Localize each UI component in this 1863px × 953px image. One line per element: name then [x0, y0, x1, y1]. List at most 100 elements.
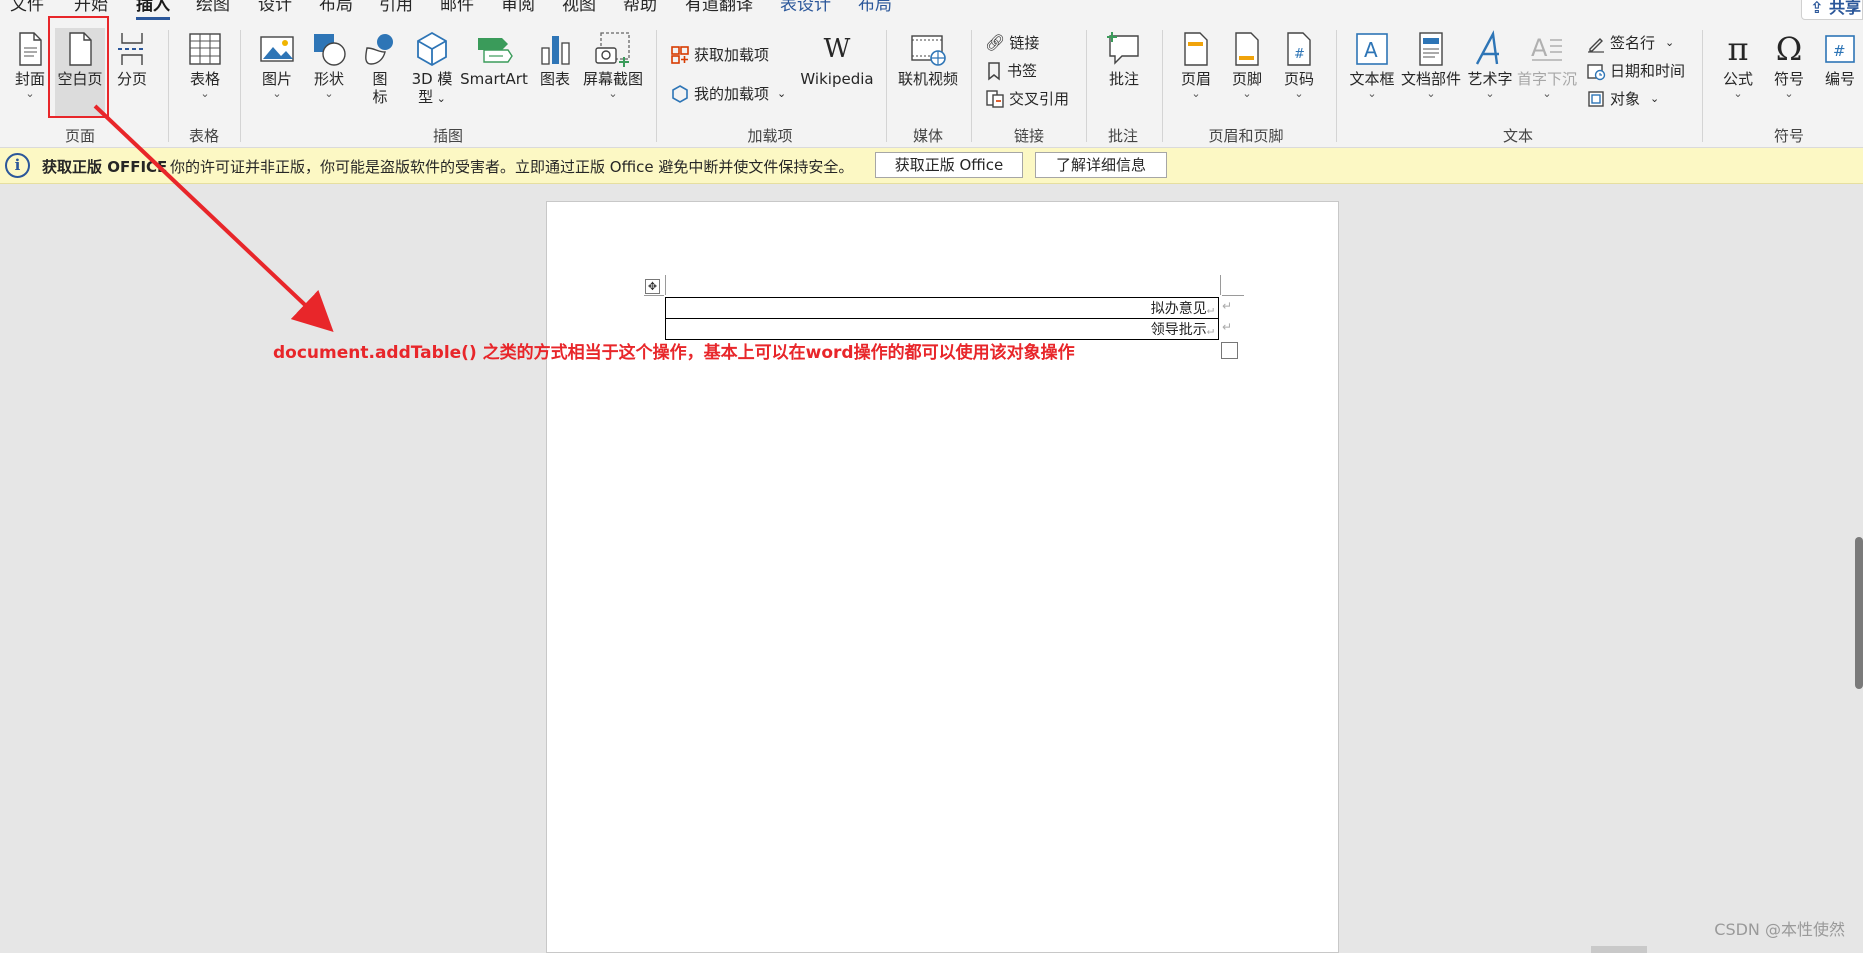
tab-table-design[interactable]: 表设计	[780, 0, 831, 16]
chevron-down-icon: ⌄	[1650, 92, 1660, 105]
tab-file[interactable]: 文件	[10, 0, 44, 16]
cover-page-button[interactable]: 封面 ⌄	[8, 30, 52, 100]
chevron-down-icon: ⌄	[272, 87, 282, 100]
pictures-label: 图片	[261, 70, 292, 88]
vertical-scrollbar[interactable]	[1855, 537, 1863, 689]
group-label-media: 媒体	[912, 127, 944, 145]
tab-mailings[interactable]: 邮件	[440, 0, 474, 16]
3d-models-label-1: 3D 模	[411, 70, 453, 88]
group-separator	[656, 30, 657, 142]
bookmark-label: 书签	[1007, 62, 1038, 80]
link-icon: 🔗︎	[985, 33, 1006, 52]
tab-help[interactable]: 帮助	[623, 0, 657, 16]
get-addins-button[interactable]: 获取加载项	[670, 44, 769, 65]
textbox-button[interactable]: A 文本框 ⌄	[1348, 30, 1396, 100]
link-button[interactable]: 🔗︎ 链接	[985, 32, 1039, 53]
tab-insert[interactable]: 插入	[136, 0, 170, 20]
wordart-button[interactable]: 艺术字 ⌄	[1464, 30, 1516, 100]
chevron-down-icon: ⌄	[777, 87, 787, 100]
screenshot-button[interactable]: 屏幕截图 ⌄	[582, 30, 644, 100]
tab-review[interactable]: 审阅	[501, 0, 535, 16]
horizontal-scrollbar[interactable]	[1591, 946, 1647, 953]
crop-mark	[665, 275, 666, 295]
bookmark-button[interactable]: 书签	[985, 60, 1037, 81]
tab-references[interactable]: 引用	[379, 0, 413, 16]
tab-layout[interactable]: 布局	[319, 0, 353, 16]
page-break-button[interactable]: 分页	[110, 30, 154, 88]
picture-icon	[260, 36, 294, 62]
learn-more-button[interactable]: 了解详细信息	[1035, 152, 1167, 178]
comment-button[interactable]: 批注	[1099, 30, 1149, 88]
tab-table-layout[interactable]: 布局	[858, 0, 892, 16]
svg-text:A: A	[1531, 34, 1548, 62]
quick-parts-button[interactable]: 文档部件 ⌄	[1400, 30, 1462, 100]
tab-view[interactable]: 视图	[562, 0, 596, 16]
equation-label: 公式	[1722, 70, 1753, 88]
numbering-button[interactable]: # 编号	[1818, 30, 1862, 88]
chevron-down-icon: ⌄	[1665, 36, 1675, 49]
icons-button[interactable]: 图 标	[360, 30, 400, 106]
document-table[interactable]: 拟办意见↵ 领导批示↵	[665, 297, 1219, 340]
info-icon: i	[5, 153, 30, 178]
3d-models-label-2: 型 ⌄	[408, 88, 456, 108]
watermark: CSDN @本性使然	[1714, 920, 1845, 939]
svg-text:#: #	[1833, 42, 1846, 60]
cross-reference-button[interactable]: 交叉引用	[985, 88, 1069, 109]
crop-mark	[1220, 275, 1221, 295]
chevron-down-icon: ⌄	[324, 87, 334, 100]
get-genuine-office-button[interactable]: 获取正版 Office	[875, 152, 1023, 178]
smartart-button[interactable]: SmartArt	[460, 30, 528, 88]
omega-icon: Ω	[1775, 30, 1803, 68]
table-button[interactable]: 表格 ⌄	[182, 30, 228, 100]
page-number-icon: #	[1287, 32, 1311, 66]
shapes-button[interactable]: 形状 ⌄	[306, 30, 352, 100]
wikipedia-icon: W	[823, 34, 851, 64]
chevron-down-icon: ⌄	[1485, 87, 1495, 100]
share-icon: ⇪	[1810, 0, 1824, 17]
chevron-down-icon: ⌄	[1784, 87, 1794, 100]
object-button[interactable]: 对象 ⌄	[1586, 88, 1659, 109]
header-icon	[1184, 32, 1208, 66]
date-time-button[interactable]: 日期和时间	[1586, 60, 1685, 81]
table-cell[interactable]: 领导批示↵	[665, 318, 1219, 340]
tab-draw[interactable]: 绘图	[196, 0, 230, 16]
wikipedia-button[interactable]: W Wikipedia	[798, 30, 876, 88]
table-cell[interactable]: 拟办意见↵	[665, 297, 1219, 319]
page-number-label: 页码	[1283, 70, 1314, 88]
header-label: 页眉	[1180, 70, 1211, 88]
comment-icon	[1107, 32, 1139, 65]
chart-button[interactable]: 图表	[535, 30, 575, 88]
my-addins-button[interactable]: 我的加载项 ⌄	[670, 83, 786, 104]
wordart-icon	[1475, 30, 1499, 65]
footer-button[interactable]: 页脚 ⌄	[1225, 30, 1269, 100]
tab-design[interactable]: 设计	[258, 0, 292, 16]
tab-home[interactable]: 开始	[74, 0, 108, 16]
row-end-mark-icon: ↵	[1222, 299, 1233, 313]
chevron-down-icon: ⌄	[1367, 87, 1377, 100]
share-button[interactable]: ⇪ 共享	[1801, 0, 1863, 20]
table-resize-handle[interactable]	[1221, 342, 1238, 359]
3d-models-button[interactable]: 3D 模 型 ⌄	[408, 30, 456, 108]
group-label-comments: 批注	[1107, 127, 1139, 145]
blank-page-highlight-box	[48, 16, 109, 118]
table-row[interactable]: 领导批示↵	[665, 318, 1219, 340]
symbol-label: 符号	[1773, 70, 1804, 88]
pictures-button[interactable]: 图片 ⌄	[254, 30, 300, 100]
symbol-button[interactable]: Ω 符号 ⌄	[1767, 30, 1811, 100]
page-number-button[interactable]: # 页码 ⌄	[1277, 30, 1321, 100]
header-button[interactable]: 页眉 ⌄	[1174, 30, 1218, 100]
group-label-symbols: 符号	[1773, 127, 1805, 145]
tab-youdao[interactable]: 有道翻译	[685, 0, 753, 16]
dropcap-button[interactable]: A 首字下沉 ⌄	[1516, 30, 1578, 100]
equation-button[interactable]: π 公式 ⌄	[1716, 30, 1760, 100]
addins-store-icon	[671, 45, 689, 64]
table-move-handle-icon[interactable]: ✥	[645, 279, 660, 294]
signature-line-button[interactable]: 签名行 ⌄	[1586, 32, 1674, 53]
smartart-icon	[478, 38, 513, 63]
group-separator	[1162, 30, 1163, 142]
group-label-links: 链接	[1013, 127, 1045, 145]
online-video-button[interactable]: 联机视频	[895, 30, 961, 88]
chevron-down-icon: ⌄	[1733, 87, 1743, 100]
table-icon	[189, 33, 221, 65]
table-row[interactable]: 拟办意见↵	[665, 297, 1219, 319]
